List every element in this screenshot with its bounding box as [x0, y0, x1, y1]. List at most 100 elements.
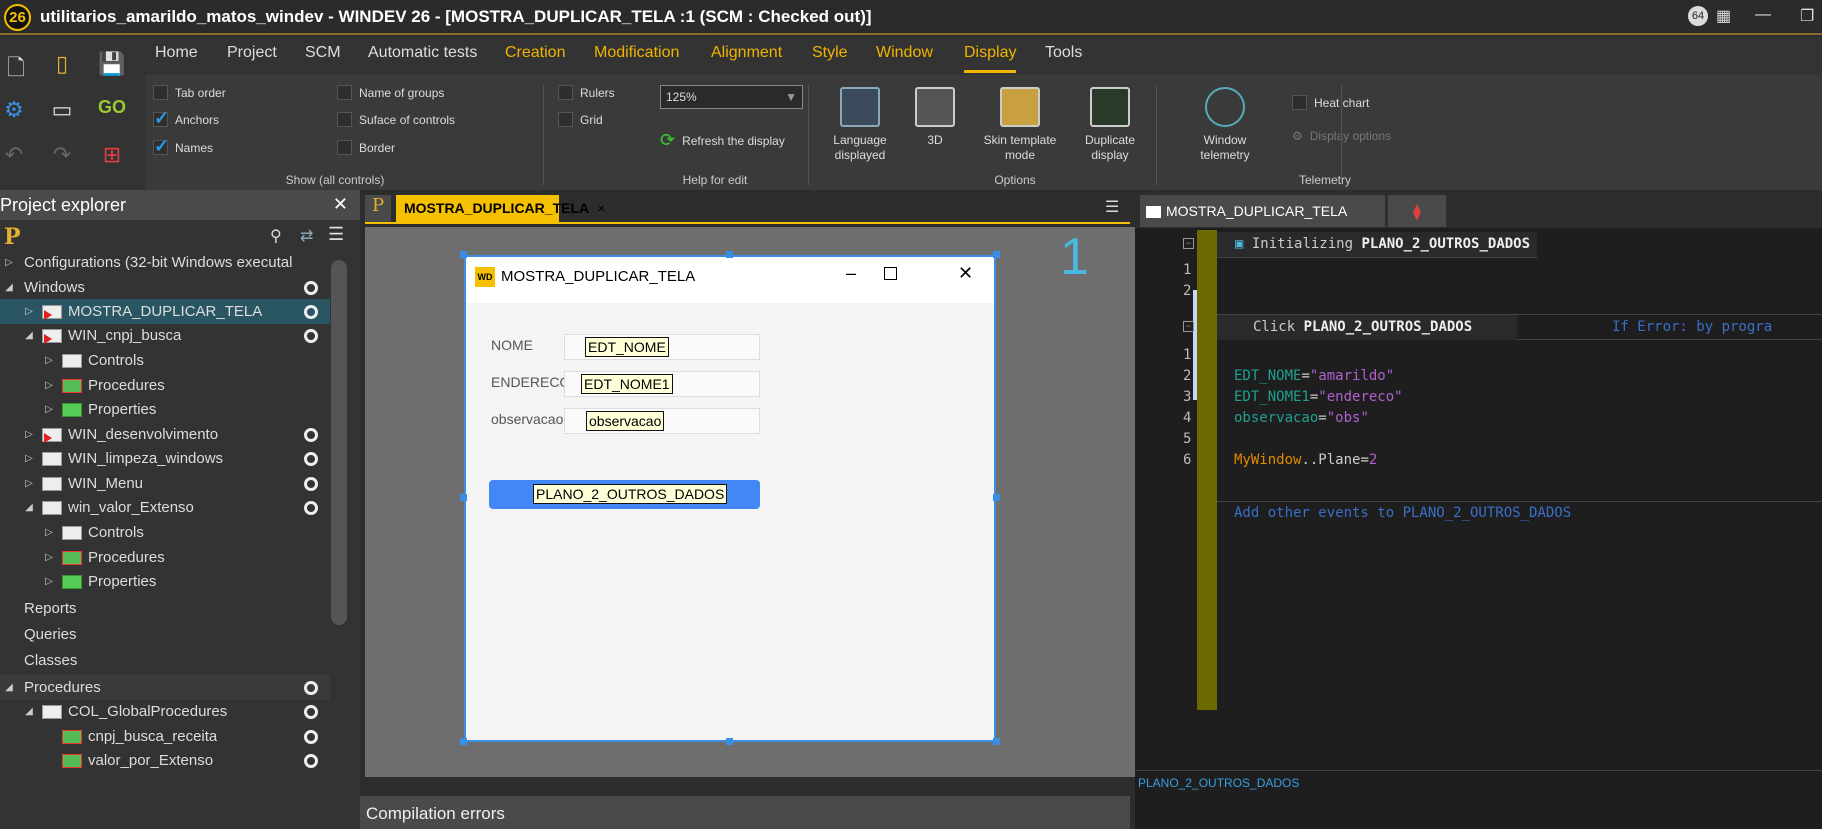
tree-item[interactable]: ▷ Properties	[0, 397, 330, 422]
resize-handle[interactable]	[460, 738, 467, 745]
expanded-icon[interactable]: ◢	[22, 330, 36, 341]
observacao-field[interactable]: observacao	[564, 408, 760, 434]
resize-handle[interactable]	[726, 738, 733, 745]
rulers-checkbox[interactable]: Rulers	[558, 85, 615, 100]
scrollbar[interactable]	[331, 260, 347, 625]
expand-icon[interactable]: ▷	[22, 306, 36, 317]
tree-item[interactable]: ◢ COL_GlobalProcedures	[0, 699, 330, 724]
anchors-checkbox[interactable]: Anchors	[153, 108, 219, 129]
close-icon[interactable]: ×	[597, 200, 605, 216]
tree-item[interactable]: ▷ MOSTRA_DUPLICAR_TELA	[0, 299, 330, 324]
maximize-button[interactable]: ❐	[1800, 6, 1814, 26]
names-checkbox[interactable]: Names	[153, 136, 213, 157]
menu-icon[interactable]: ☰	[1105, 197, 1119, 217]
tab-style[interactable]: Style	[812, 44, 848, 62]
tree-item[interactable]: Reports	[0, 596, 330, 621]
sync-icon[interactable]: ⇄	[300, 226, 313, 246]
resize-handle[interactable]	[993, 738, 1000, 745]
collapse-icon[interactable]: −	[1183, 321, 1194, 332]
border-checkbox[interactable]: Border	[337, 140, 395, 155]
add-other-events-link[interactable]: Add other events to PLANO_2_OUTROS_DADOS	[1234, 505, 1571, 521]
expand-icon[interactable]: ▷	[42, 576, 56, 587]
tree-item[interactable]: ▷ WIN_Menu	[0, 471, 330, 496]
tree-item[interactable]: ▷ WIN_limpeza_windows	[0, 446, 330, 471]
go-icon[interactable]: GO	[98, 97, 126, 125]
search-icon[interactable]: ⚲	[270, 226, 282, 246]
tab-tools[interactable]: Tools	[1045, 44, 1082, 62]
tree-item[interactable]: ◢ WIN_cnpj_busca	[0, 323, 330, 348]
tree-item[interactable]: ◢ Procedures	[0, 675, 330, 700]
expand-icon[interactable]: ▷	[42, 527, 56, 538]
heat-chart-checkbox[interactable]: Heat chart	[1292, 95, 1369, 110]
minimize-button[interactable]: —	[1755, 6, 1771, 24]
editor-tab[interactable]: MOSTRA_DUPLICAR_TELA ×	[396, 195, 605, 222]
tab-automatic-tests[interactable]: Automatic tests	[368, 44, 477, 62]
zoom-select[interactable]: 125% ▼	[660, 85, 803, 109]
skin-template-mode-button[interactable]: Skin template mode	[980, 87, 1060, 163]
tree-item[interactable]: Classes	[0, 648, 330, 673]
maximize-icon[interactable]	[884, 267, 897, 280]
close-icon[interactable]: ✕	[333, 194, 348, 215]
edt-nome1-field[interactable]: EDT_NOME1	[564, 371, 760, 397]
duplicate-display-button[interactable]: Duplicate display	[1075, 87, 1145, 163]
tree-item[interactable]: ◢ win_valor_Extenso	[0, 495, 330, 520]
tree-item[interactable]: ▷ Configurations (32-bit Windows executal	[0, 250, 330, 275]
tab-project[interactable]: Project	[227, 44, 277, 62]
compilation-errors-panel[interactable]: Compilation errors	[360, 796, 1130, 829]
designed-window[interactable]: WD MOSTRA_DUPLICAR_TELA – ✕ NOME EDT_NOM…	[464, 255, 996, 742]
tree-item[interactable]: cnpj_busca_receita	[0, 724, 330, 749]
name-of-groups-checkbox[interactable]: Name of groups	[337, 85, 444, 100]
code-line[interactable]: MyWindow..Plane=2	[1234, 452, 1377, 468]
code-tab[interactable]: MOSTRA_DUPLICAR_TELA	[1140, 195, 1385, 227]
project-tab[interactable]: P	[365, 195, 391, 222]
tab-window[interactable]: Window	[876, 44, 933, 62]
undo-icon[interactable]: ↶	[0, 142, 28, 170]
if-error-link[interactable]: If Error: by progra	[1612, 319, 1772, 335]
tree-item[interactable]: ▷ Procedures	[0, 545, 330, 570]
3d-button[interactable]: 3D	[905, 87, 965, 148]
expanded-icon[interactable]: ◢	[22, 706, 36, 717]
edt-nome-field[interactable]: EDT_NOME	[564, 334, 760, 360]
minimize-icon[interactable]: –	[846, 263, 856, 284]
language-displayed-button[interactable]: Language displayed	[825, 87, 895, 163]
tab-creation[interactable]: Creation	[505, 44, 565, 62]
resize-handle[interactable]	[726, 251, 733, 258]
expand-icon[interactable]: ▷	[2, 257, 16, 268]
expanded-icon[interactable]: ◢	[2, 682, 16, 693]
tree-item[interactable]: ◢ Windows	[0, 275, 330, 300]
expand-icon[interactable]: ▷	[22, 478, 36, 489]
resize-handle[interactable]	[993, 494, 1000, 501]
tab-modification[interactable]: Modification	[594, 44, 679, 62]
redo-icon[interactable]: ↷	[48, 142, 76, 170]
resize-handle[interactable]	[993, 251, 1000, 258]
expand-icon[interactable]: ▷	[42, 552, 56, 563]
resize-handle[interactable]	[460, 494, 467, 501]
close-icon[interactable]: ✕	[958, 263, 973, 284]
expanded-icon[interactable]: ◢	[22, 502, 36, 513]
tab-display[interactable]: Display	[964, 44, 1017, 73]
surface-checkbox[interactable]: Suface of controls	[337, 112, 455, 127]
tab-alignment[interactable]: Alignment	[711, 44, 782, 62]
code-line[interactable]: observacao="obs"	[1234, 410, 1369, 426]
collapse-icon[interactable]: −	[1183, 238, 1194, 249]
test-window-icon[interactable]: ▭	[48, 97, 76, 125]
expand-icon[interactable]: ▷	[22, 429, 36, 440]
expand-icon[interactable]: ▷	[42, 404, 56, 415]
structure-icon[interactable]: ⊞	[98, 142, 126, 170]
tree-item[interactable]: ▷ Controls	[0, 520, 330, 545]
code-line[interactable]: EDT_NOME="amarildo"	[1234, 368, 1394, 384]
tree-item[interactable]: valor_por_Extenso	[0, 748, 330, 773]
tree-item[interactable]: ▷ Procedures	[0, 373, 330, 398]
new-icon[interactable]: 🗋	[2, 51, 30, 80]
diagram-tab[interactable]: ⧫	[1388, 195, 1446, 227]
resize-handle[interactable]	[460, 251, 467, 258]
tree-item[interactable]: ▷ Controls	[0, 348, 330, 373]
plano-2-outros-dados-button[interactable]: PLANO_2_OUTROS_DADOS	[489, 480, 760, 509]
tab-scm[interactable]: SCM	[305, 44, 341, 62]
expand-icon[interactable]: ▷	[42, 380, 56, 391]
grid-icon[interactable]: ▦	[1716, 6, 1731, 26]
expand-icon[interactable]: ▷	[22, 453, 36, 464]
menu-icon[interactable]: ☰	[328, 224, 344, 245]
tree-item[interactable]: ▷ Properties	[0, 569, 330, 594]
code-line[interactable]: EDT_NOME1="endereco"	[1234, 389, 1403, 405]
